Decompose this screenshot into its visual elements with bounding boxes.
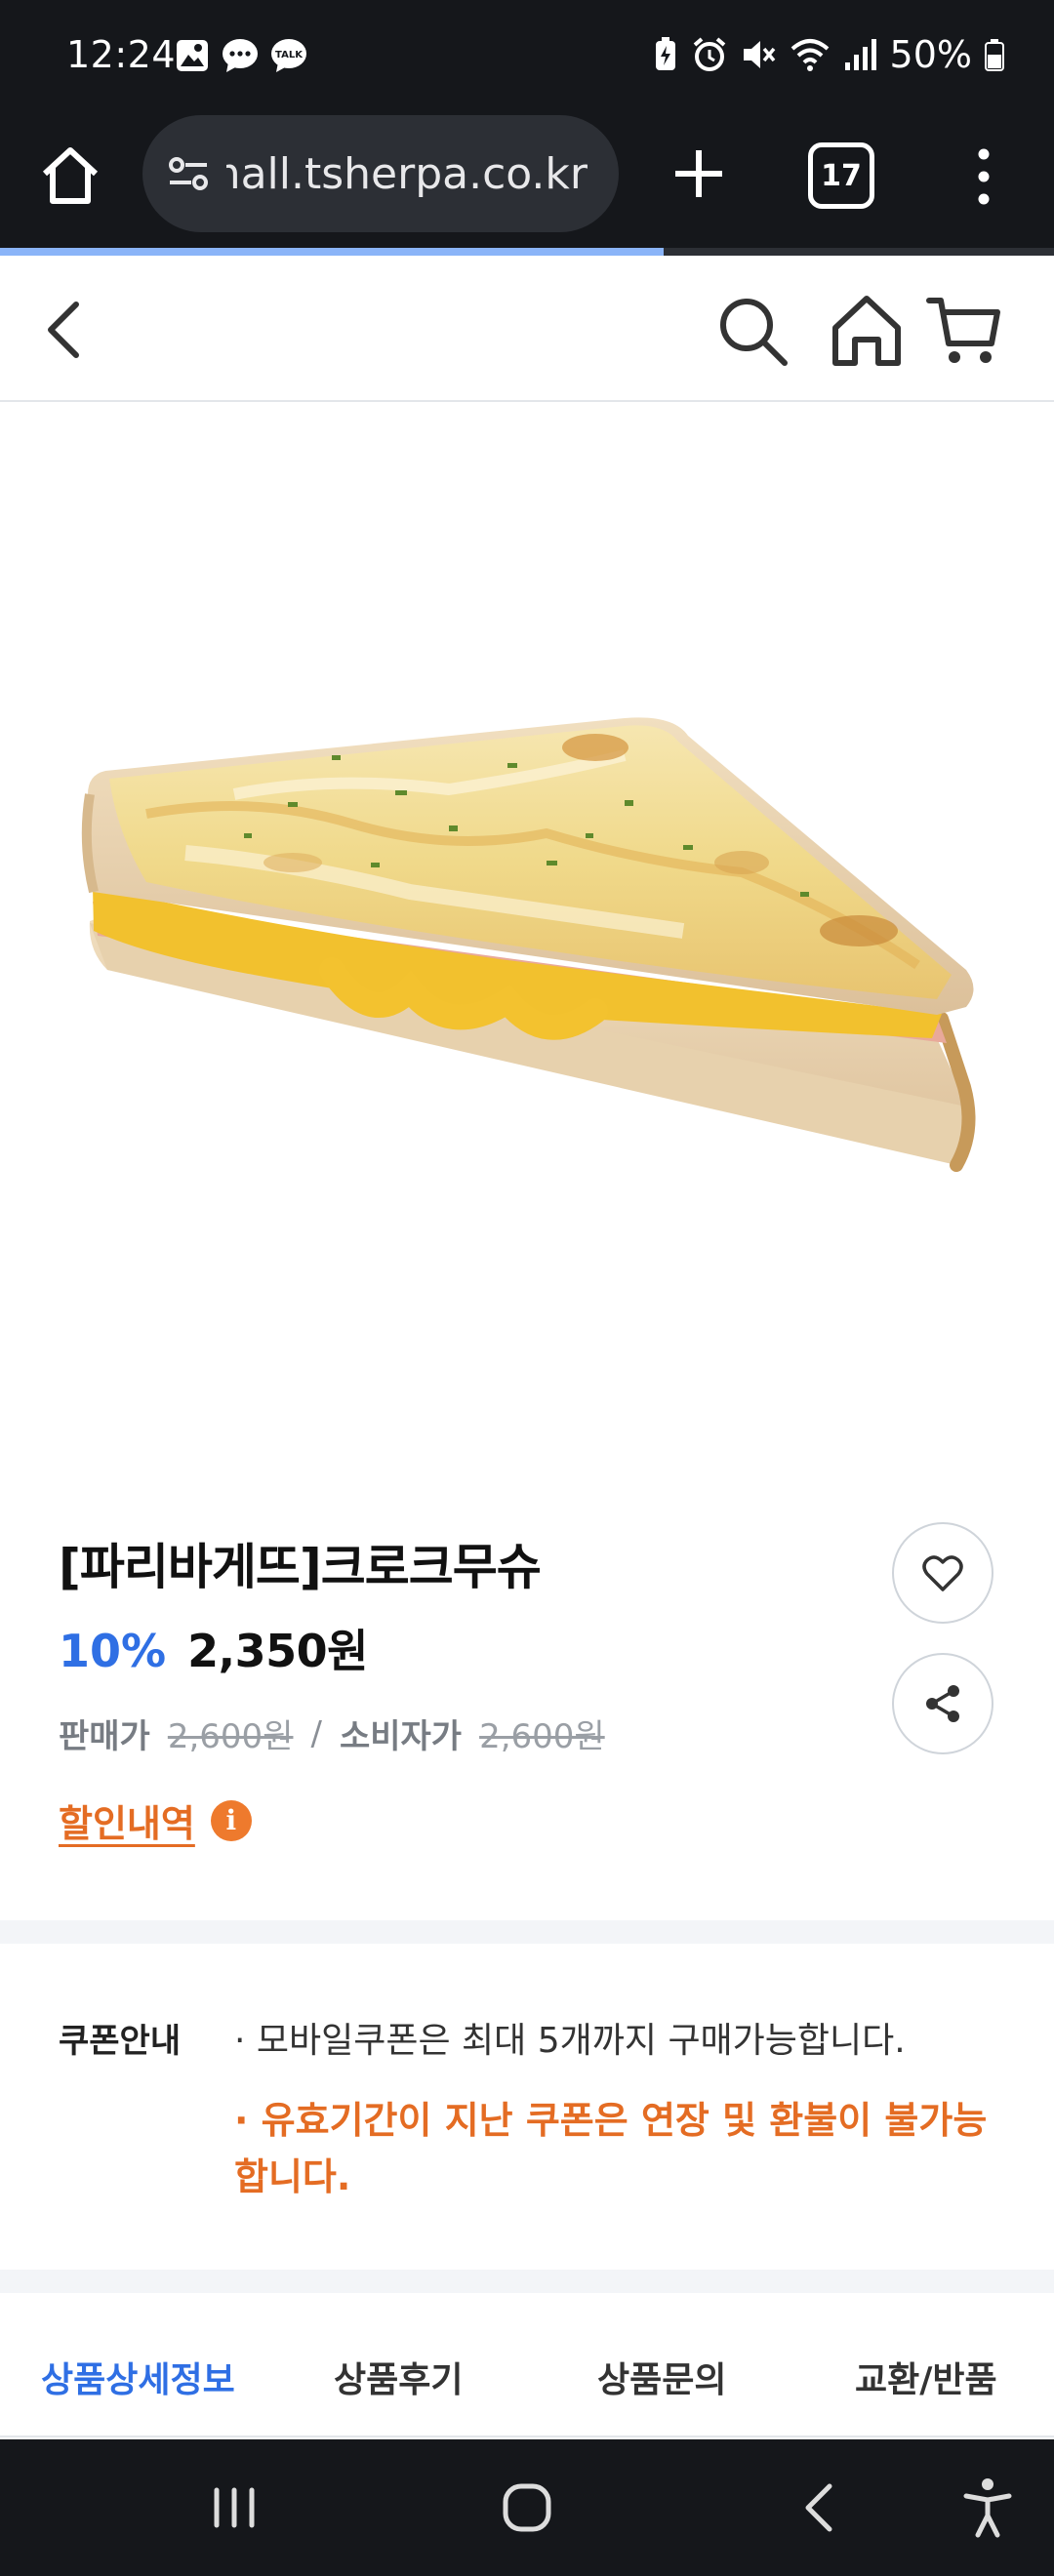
tab-reviews[interactable]: 상품후기 [334,2352,463,2402]
coupon-note-1: · 모바일쿠폰은 최대 5개까지 구매가능합니다. [234,2021,906,2061]
product-image [0,404,1054,1458]
tab-exchange-return[interactable]: 교환/반품 [855,2352,997,2402]
consumer-price-label: 소비자가 [339,1717,463,1756]
section-divider [0,1920,1054,1944]
heart-icon [922,1555,963,1591]
sale-price-label: 판매가 [59,1717,150,1756]
section-divider [0,2270,1054,2293]
tab-inquiries[interactable]: 상품문의 [597,2352,726,2402]
tab-product-detail[interactable]: 상품상세정보 [41,2352,235,2402]
battery-icon [985,39,1004,71]
original-price-row: 판매가 2,600원 / 소비자가 2,600원 [59,1710,605,1757]
final-price: 2,350원 [187,1625,368,1677]
status-bar: 12:24 TALK 50% [0,0,1054,115]
back-arrow-icon[interactable] [35,293,94,367]
consumer-price: 2,600원 [479,1717,605,1756]
more-options-icon[interactable] [964,142,1003,211]
browser-toolbar: mall.tsherpa.co.kr 17 [0,115,1054,252]
home-button-icon[interactable] [492,2473,562,2543]
alarm-icon [693,37,725,71]
browser-home-icon[interactable] [35,141,105,211]
battery-saver-icon [655,37,675,70]
site-header [0,256,1054,402]
price-row: 10% 2,350원 [59,1616,368,1680]
discount-rate: 10% [59,1625,167,1677]
page-load-progress-fill [0,248,665,256]
share-icon [926,1685,959,1722]
battery-percent: 50% [889,33,972,76]
tab-switcher-button[interactable]: 17 [808,142,874,209]
price-separator: / [310,1713,322,1753]
product-tabs: 상품상세정보 상품후기 상품문의 교환/반품 [0,2293,1054,2437]
gallery-icon [177,40,208,71]
recent-apps-icon[interactable] [199,2473,269,2543]
new-tab-icon[interactable] [664,139,734,209]
discount-history-link[interactable]: 할인내역 i [59,1793,252,1847]
status-time: 12:24 [66,33,177,76]
wishlist-button[interactable] [892,1522,993,1624]
home-icon[interactable] [826,289,908,371]
discount-history-label[interactable]: 할인내역 [59,1793,195,1847]
product-title: [파리바게뜨]크로크무슈 [59,1539,542,1595]
search-icon[interactable] [712,291,792,371]
coupon-note-2: · 유효기간이 지난 쿠폰은 연장 및 환불이 불가능합니다. [234,2099,988,2198]
accessibility-icon[interactable] [953,2473,1023,2543]
back-button-icon[interactable] [787,2473,857,2543]
system-navigation-bar [0,2439,1054,2576]
share-button[interactable] [892,1653,993,1754]
tab-count: 17 [821,158,862,193]
cart-icon[interactable] [923,289,1005,371]
site-settings-icon[interactable] [164,149,213,198]
coupon-info-label: 쿠폰안내 [59,2022,182,2061]
sale-price: 2,600원 [167,1717,294,1756]
address-bar[interactable]: mall.tsherpa.co.kr [142,115,619,232]
url-text[interactable]: mall.tsherpa.co.kr [226,149,588,199]
signal-icon [844,39,876,70]
page-load-progress [0,248,1054,256]
system-icons: 50% [652,33,1005,76]
info-icon[interactable]: i [210,1799,252,1841]
talk-icon: TALK [271,39,306,72]
wifi-icon [790,39,829,71]
chat-bubble-icon [223,39,258,72]
mute-icon [743,41,775,68]
svg-text:TALK: TALK [275,50,304,60]
notification-icons: TALK [174,37,308,74]
